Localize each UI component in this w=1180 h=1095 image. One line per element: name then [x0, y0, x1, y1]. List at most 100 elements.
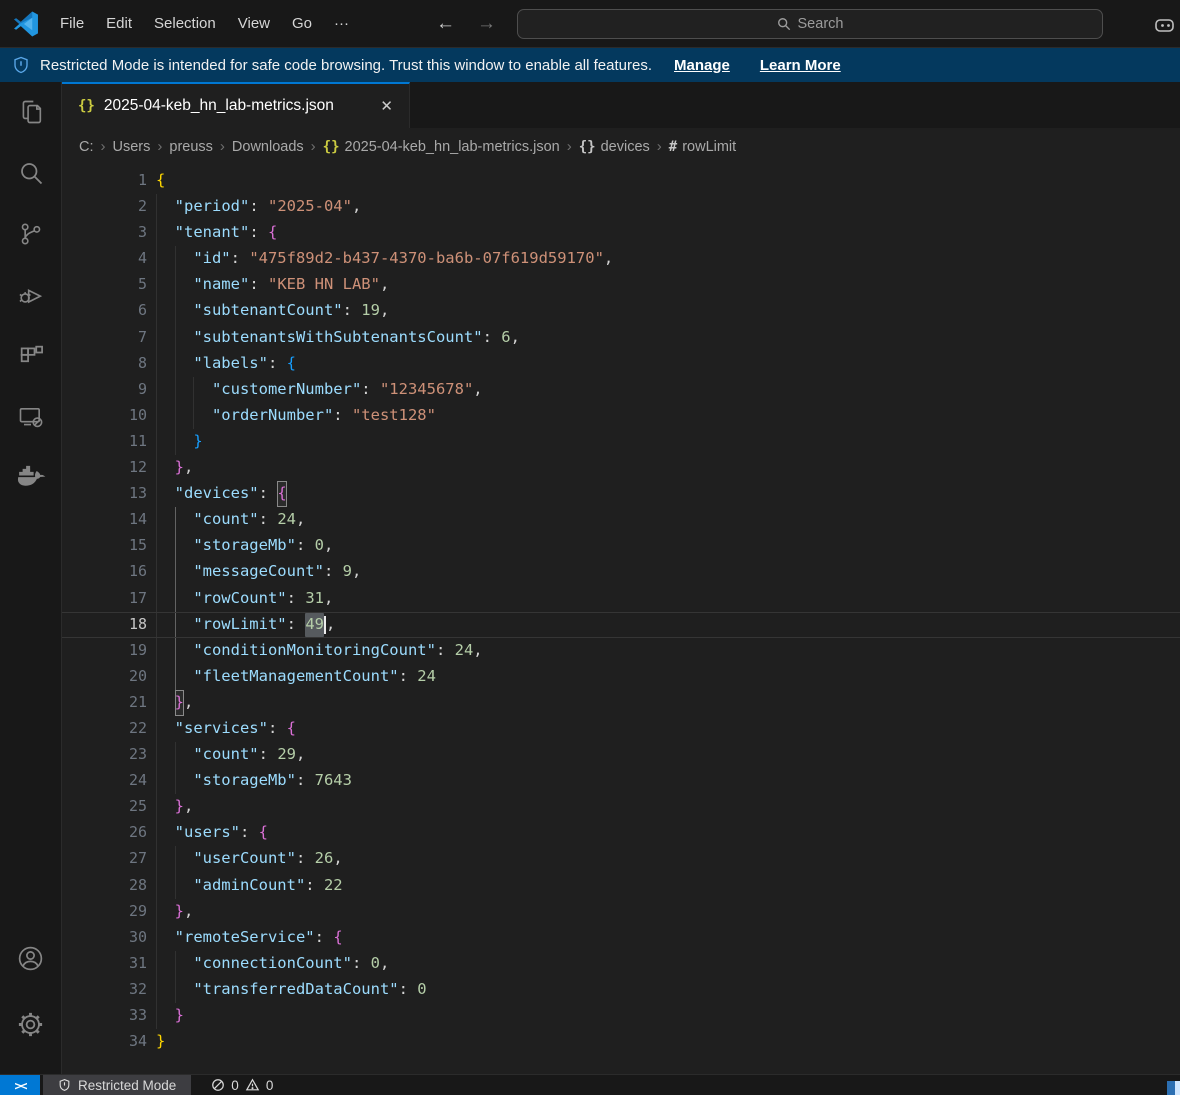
- line-number[interactable]: 31: [62, 951, 147, 977]
- breadcrumb-item[interactable]: Downloads: [232, 139, 304, 155]
- line-number[interactable]: 15: [62, 533, 147, 559]
- tab-json-file[interactable]: {} 2025-04-keb_hn_lab-metrics.json ✕: [62, 82, 410, 128]
- forward-icon[interactable]: →: [477, 13, 496, 35]
- code-line[interactable]: 1{: [62, 168, 1180, 194]
- code-line[interactable]: 20"fleetManagementCount": 24: [62, 664, 1180, 690]
- code-line[interactable]: 9"customerNumber": "12345678",: [62, 377, 1180, 403]
- learn-more-link[interactable]: Learn More: [760, 57, 841, 74]
- line-number[interactable]: 9: [62, 377, 147, 403]
- breadcrumb-item[interactable]: C:: [79, 139, 94, 155]
- code-line[interactable]: 3"tenant": {: [62, 220, 1180, 246]
- line-number[interactable]: 22: [62, 716, 147, 742]
- code-line[interactable]: 23"count": 29,: [62, 742, 1180, 768]
- code-line[interactable]: 33}: [62, 1003, 1180, 1029]
- restricted-mode-status[interactable]: Restricted Mode: [43, 1075, 191, 1095]
- code-line[interactable]: 2"period": "2025-04",: [62, 194, 1180, 220]
- breadcrumb-item[interactable]: {}2025-04-keb_hn_lab-metrics.json: [323, 139, 560, 155]
- source-control-icon[interactable]: [9, 212, 53, 256]
- account-icon[interactable]: [9, 936, 53, 980]
- code-line[interactable]: 8"labels": {: [62, 351, 1180, 377]
- explorer-icon[interactable]: [9, 90, 53, 134]
- code-line[interactable]: 27"userCount": 26,: [62, 846, 1180, 872]
- code-line[interactable]: 6"subtenantCount": 19,: [62, 298, 1180, 324]
- editor[interactable]: 1{2"period": "2025-04",3"tenant": {4"id"…: [62, 165, 1180, 1074]
- code-line[interactable]: 34}: [62, 1029, 1180, 1055]
- line-number[interactable]: 18: [62, 613, 147, 637]
- line-number[interactable]: 14: [62, 507, 147, 533]
- code-line[interactable]: 17"rowCount": 31,: [62, 586, 1180, 612]
- line-number[interactable]: 6: [62, 298, 147, 324]
- code-line[interactable]: 29},: [62, 899, 1180, 925]
- code-line[interactable]: 28"adminCount": 22: [62, 873, 1180, 899]
- menu-item-view[interactable]: View: [227, 10, 281, 37]
- line-number[interactable]: 30: [62, 925, 147, 951]
- line-number[interactable]: 27: [62, 846, 147, 872]
- line-number[interactable]: 28: [62, 873, 147, 899]
- problems-status[interactable]: 0 0: [201, 1075, 283, 1095]
- line-number[interactable]: 16: [62, 559, 147, 585]
- code-line[interactable]: 24"storageMb": 7643: [62, 768, 1180, 794]
- breadcrumb-item[interactable]: Users: [113, 139, 151, 155]
- code-line[interactable]: 26"users": {: [62, 820, 1180, 846]
- menu-item-edit[interactable]: Edit: [95, 10, 143, 37]
- remote-explorer-icon[interactable]: [9, 395, 53, 439]
- line-number[interactable]: 12: [62, 455, 147, 481]
- breadcrumb-item[interactable]: preuss: [169, 139, 213, 155]
- menu-item-go[interactable]: Go: [281, 10, 323, 37]
- line-number[interactable]: 32: [62, 977, 147, 1003]
- code-line[interactable]: 4"id": "475f89d2-b437-4370-ba6b-07f619d5…: [62, 246, 1180, 272]
- manage-link[interactable]: Manage: [674, 57, 730, 74]
- line-number[interactable]: 24: [62, 768, 147, 794]
- code-line[interactable]: 5"name": "KEB HN LAB",: [62, 272, 1180, 298]
- line-number[interactable]: 29: [62, 899, 147, 925]
- extensions-icon[interactable]: [9, 334, 53, 378]
- line-number[interactable]: 8: [62, 351, 147, 377]
- line-number[interactable]: 17: [62, 586, 147, 612]
- line-number[interactable]: 7: [62, 325, 147, 351]
- docker-icon[interactable]: [9, 456, 53, 500]
- search-sidebar-icon[interactable]: [9, 151, 53, 195]
- line-number[interactable]: 5: [62, 272, 147, 298]
- line-number[interactable]: 20: [62, 664, 147, 690]
- line-number[interactable]: 3: [62, 220, 147, 246]
- breadcrumb-item[interactable]: #rowLimit: [669, 139, 736, 155]
- line-number[interactable]: 25: [62, 794, 147, 820]
- run-and-debug-icon[interactable]: [9, 273, 53, 317]
- code-line[interactable]: 21},: [62, 690, 1180, 716]
- copilot-icon[interactable]: [1152, 13, 1176, 37]
- code-line[interactable]: 12},: [62, 455, 1180, 481]
- line-number[interactable]: 26: [62, 820, 147, 846]
- code-line[interactable]: 32"transferredDataCount": 0: [62, 977, 1180, 1003]
- code-line[interactable]: 14"count": 24,: [62, 507, 1180, 533]
- line-number[interactable]: 1: [62, 168, 147, 194]
- line-number[interactable]: 21: [62, 690, 147, 716]
- code-line[interactable]: 19"conditionMonitoringCount": 24,: [62, 638, 1180, 664]
- menu-item-more[interactable]: ···: [323, 10, 360, 37]
- code-line[interactable]: 15"storageMb": 0,: [62, 533, 1180, 559]
- line-number[interactable]: 13: [62, 481, 147, 507]
- line-number[interactable]: 4: [62, 246, 147, 272]
- line-number[interactable]: 11: [62, 429, 147, 455]
- breadcrumb-item[interactable]: {}devices: [579, 139, 650, 155]
- code-line[interactable]: 10"orderNumber": "test128": [62, 403, 1180, 429]
- line-number[interactable]: 23: [62, 742, 147, 768]
- code-line[interactable]: 31"connectionCount": 0,: [62, 951, 1180, 977]
- line-number[interactable]: 19: [62, 638, 147, 664]
- back-icon[interactable]: ←: [436, 13, 455, 35]
- code-line[interactable]: 13"devices": {: [62, 481, 1180, 507]
- code-line[interactable]: 22"services": {: [62, 716, 1180, 742]
- code-line[interactable]: 16"messageCount": 9,: [62, 559, 1180, 585]
- settings-gear-icon[interactable]: [9, 1002, 53, 1046]
- line-number[interactable]: 34: [62, 1029, 147, 1055]
- code-line[interactable]: 11}: [62, 429, 1180, 455]
- line-number[interactable]: 33: [62, 1003, 147, 1029]
- line-number[interactable]: 10: [62, 403, 147, 429]
- line-number[interactable]: 2: [62, 194, 147, 220]
- code-line[interactable]: 18"rowLimit": 49,: [62, 612, 1180, 638]
- code-line[interactable]: 7"subtenantsWithSubtenantsCount": 6,: [62, 325, 1180, 351]
- close-tab-icon[interactable]: ✕: [376, 95, 397, 117]
- remote-indicator[interactable]: ><: [0, 1075, 40, 1095]
- code-line[interactable]: 30"remoteService": {: [62, 925, 1180, 951]
- search-input[interactable]: Search: [517, 9, 1103, 39]
- menu-item-selection[interactable]: Selection: [143, 10, 227, 37]
